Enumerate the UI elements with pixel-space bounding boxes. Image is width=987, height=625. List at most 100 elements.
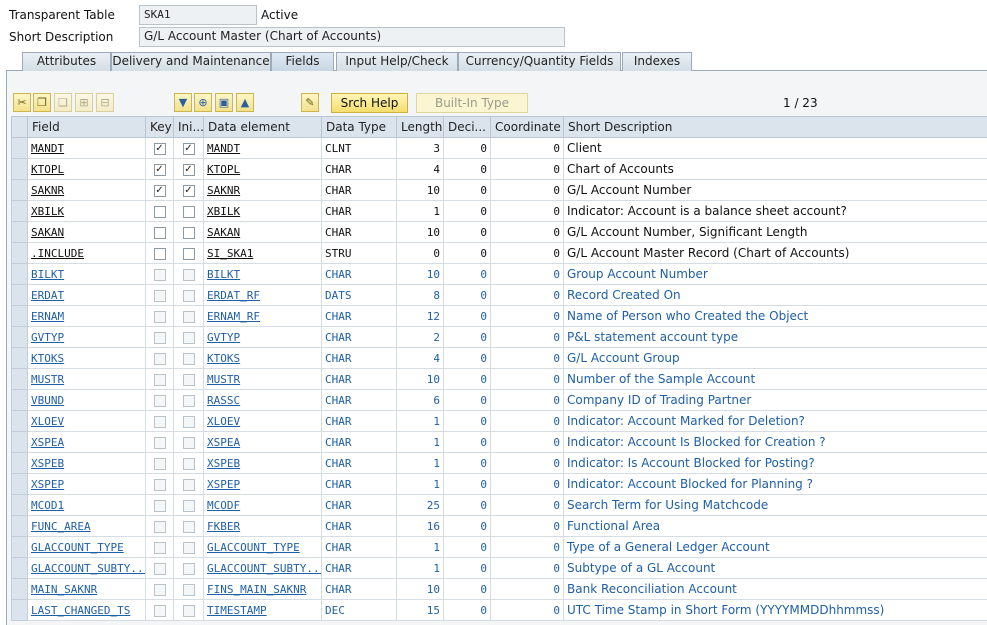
key-checkbox[interactable]: ✓ (153, 184, 166, 197)
short-description-field[interactable]: G/L Account Master (Chart of Accounts) (139, 27, 565, 47)
table-row[interactable]: GVTYP GVTYP CHAR 2 0 0 P&L statement account t… (11, 326, 987, 348)
key-checkbox[interactable] (153, 205, 166, 218)
key-checkbox[interactable] (153, 436, 166, 449)
key-checkbox[interactable] (153, 289, 166, 302)
table-row[interactable]: KTOKS KTOKS CHAR 4 0 0 G/L Account Group (11, 347, 987, 369)
data-element-link[interactable]: XSPEB (207, 457, 240, 470)
tab-delivery-maintenance[interactable]: Delivery and Maintenance (111, 52, 271, 71)
data-element-link[interactable]: ERDAT_RF (207, 289, 260, 302)
tab-currency-quantity-fields[interactable]: Currency/Quantity Fields (458, 52, 621, 71)
initial-values-checkbox[interactable] (182, 268, 195, 281)
field-name[interactable]: VBUND (31, 394, 64, 407)
key-checkbox[interactable] (153, 604, 166, 617)
field-name[interactable]: KTOKS (31, 352, 64, 365)
data-element-link[interactable]: TIMESTAMP (207, 604, 267, 617)
row-selector[interactable] (11, 158, 28, 180)
tab-indexes[interactable]: Indexes (622, 52, 692, 71)
col-initial[interactable]: Ini... (173, 116, 204, 138)
row-selector[interactable] (11, 242, 28, 264)
where-used-icon[interactable]: ✎ (301, 93, 319, 112)
field-name[interactable]: ERDAT (31, 289, 64, 302)
key-checkbox[interactable] (153, 583, 166, 596)
built-in-type-button[interactable]: Built-In Type (416, 93, 528, 113)
row-selector[interactable] (11, 284, 28, 306)
col-data-type[interactable]: Data Type (321, 116, 397, 138)
field-name[interactable]: MANDT (31, 142, 64, 155)
table-row[interactable]: SAKNR ✓ ✓ SAKNR CHAR 10 0 0 G/L Account Number (11, 179, 987, 201)
field-name[interactable]: BILKT (31, 268, 64, 281)
row-selector[interactable] (11, 347, 28, 369)
row-selector[interactable] (11, 263, 28, 285)
field-name[interactable]: MUSTR (31, 373, 64, 386)
key-checkbox[interactable] (153, 268, 166, 281)
col-data-element[interactable]: Data element (203, 116, 322, 138)
data-element-link[interactable]: SI_SKA1 (207, 247, 253, 260)
row-selector[interactable] (11, 326, 28, 348)
structure-icon[interactable]: ▣ (215, 93, 233, 112)
field-name[interactable]: GLACCOUNT_TYPE (31, 541, 124, 554)
field-name[interactable]: MCOD1 (31, 499, 64, 512)
field-name[interactable]: FUNC_AREA (31, 520, 91, 533)
data-element-link[interactable]: RASSC (207, 394, 240, 407)
initial-values-checkbox[interactable] (182, 478, 195, 491)
data-element-link[interactable]: FKBER (207, 520, 240, 533)
row-selector[interactable] (11, 431, 28, 453)
field-name[interactable]: GVTYP (31, 331, 64, 344)
table-row[interactable]: SAKAN SAKAN CHAR 10 0 0 G/L Account Number, Si… (11, 221, 987, 243)
key-checkbox[interactable] (153, 499, 166, 512)
key-checkbox[interactable] (153, 352, 166, 365)
field-name[interactable]: XLOEV (31, 415, 64, 428)
field-name[interactable]: SAKNR (31, 184, 64, 197)
row-selector[interactable] (11, 599, 28, 621)
initial-values-checkbox[interactable] (182, 520, 195, 533)
data-element-link[interactable]: SAKAN (207, 226, 240, 239)
data-element-link[interactable]: GLACCOUNT_SUBTY... (207, 562, 321, 575)
data-element-link[interactable]: GLACCOUNT_TYPE (207, 541, 300, 554)
key-checkbox[interactable] (153, 520, 166, 533)
field-name[interactable]: XSPEA (31, 436, 64, 449)
new-field-icon[interactable]: ⊕ (194, 93, 212, 112)
col-decimals[interactable]: Deci... (443, 116, 491, 138)
row-selector[interactable] (11, 305, 28, 327)
row-selector[interactable] (11, 368, 28, 390)
field-name[interactable]: XBILK (31, 205, 64, 218)
key-checkbox[interactable] (153, 562, 166, 575)
key-checkbox[interactable] (153, 415, 166, 428)
field-name[interactable]: SAKAN (31, 226, 64, 239)
field-name[interactable]: MAIN_SAKNR (31, 583, 97, 596)
initial-values-checkbox[interactable] (182, 583, 195, 596)
data-element-link[interactable]: MUSTR (207, 373, 240, 386)
tab-attributes[interactable]: Attributes (22, 52, 111, 71)
table-row[interactable]: BILKT BILKT CHAR 10 0 0 Group Account Number (11, 263, 987, 285)
initial-values-checkbox[interactable] (182, 331, 195, 344)
data-element-link[interactable]: KTOKS (207, 352, 240, 365)
key-checkbox[interactable] (153, 331, 166, 344)
initial-values-checkbox[interactable] (182, 205, 195, 218)
table-row[interactable]: XSPEB XSPEB CHAR 1 0 0 Indicator: Is Account B… (11, 452, 987, 474)
initial-values-checkbox[interactable] (182, 226, 195, 239)
search-help-button[interactable]: Srch Help (331, 93, 408, 113)
field-name[interactable]: .INCLUDE (31, 247, 84, 260)
table-row[interactable]: MANDT ✓ ✓ MANDT CLNT 3 0 0 Client (11, 137, 987, 159)
row-selector[interactable] (11, 473, 28, 495)
data-element-link[interactable]: GVTYP (207, 331, 240, 344)
data-element-link[interactable]: KTOPL (207, 163, 240, 176)
delete-row-icon[interactable]: ⊟ (96, 93, 114, 112)
field-name[interactable]: XSPEP (31, 478, 64, 491)
initial-values-checkbox[interactable] (182, 562, 195, 575)
initial-values-checkbox[interactable] (182, 373, 195, 386)
col-key[interactable]: Key (145, 116, 174, 138)
row-selector[interactable] (11, 557, 28, 579)
initial-values-checkbox[interactable] (182, 394, 195, 407)
initial-values-checkbox[interactable] (182, 247, 195, 260)
row-selector[interactable] (11, 515, 28, 537)
col-short-description[interactable]: Short Description (563, 116, 987, 138)
key-checkbox[interactable]: ✓ (153, 142, 166, 155)
key-checkbox[interactable]: ✓ (153, 163, 166, 176)
data-element-link[interactable]: SAKNR (207, 184, 240, 197)
initial-values-checkbox[interactable] (182, 436, 195, 449)
table-row[interactable]: FUNC_AREA FKBER CHAR 16 0 0 Functional Area (11, 515, 987, 537)
key-checkbox[interactable] (153, 373, 166, 386)
table-row[interactable]: ERDAT ERDAT_RF DATS 8 0 0 Record Created On (11, 284, 987, 306)
data-element-link[interactable]: XLOEV (207, 415, 240, 428)
